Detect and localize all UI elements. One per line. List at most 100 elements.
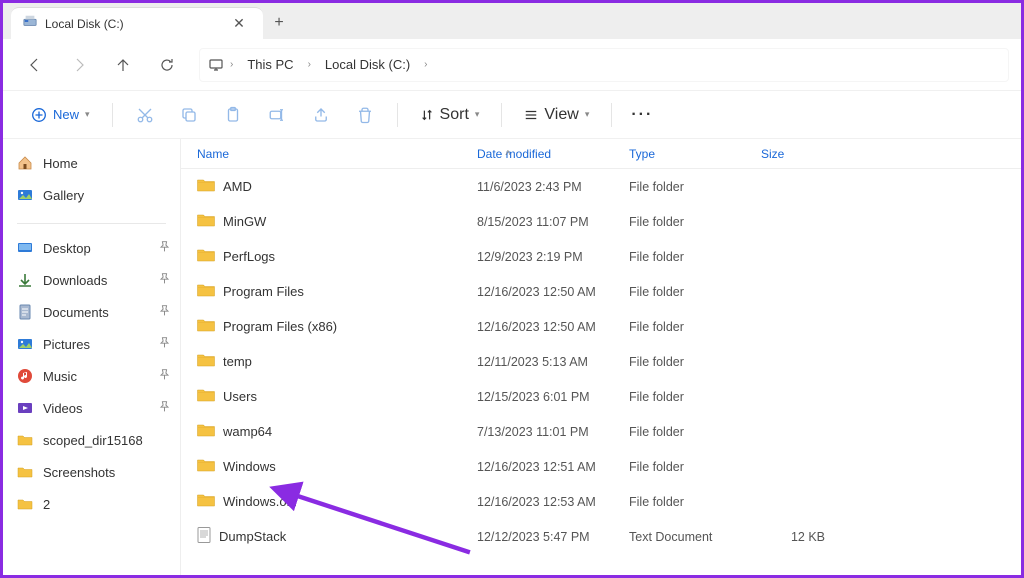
table-row[interactable]: Windows.old12/16/2023 12:53 AMFile folde… bbox=[181, 484, 1021, 519]
sidebar-label: Gallery bbox=[43, 188, 84, 203]
cell-name: Users bbox=[181, 388, 461, 405]
pin-icon bbox=[159, 337, 170, 351]
breadcrumb[interactable]: › This PC › Local Disk (C:) › bbox=[199, 48, 1009, 82]
table-row[interactable]: Program Files (x86)12/16/2023 12:50 AMFi… bbox=[181, 309, 1021, 344]
cut-button[interactable] bbox=[125, 95, 165, 135]
sidebar-item-screenshots[interactable]: Screenshots bbox=[3, 456, 180, 488]
text-icon bbox=[197, 527, 211, 546]
pin-icon bbox=[159, 369, 170, 383]
new-button[interactable]: New ▾ bbox=[21, 101, 100, 129]
cell-name: AMD bbox=[181, 178, 461, 195]
close-icon[interactable]: ✕ bbox=[227, 12, 251, 36]
chevron-right-icon[interactable]: › bbox=[420, 59, 431, 70]
documents-icon bbox=[17, 304, 33, 320]
new-tab-button[interactable]: + bbox=[263, 7, 295, 39]
file-name: Program Files bbox=[223, 284, 304, 299]
sidebar-item-gallery[interactable]: Gallery bbox=[3, 179, 180, 211]
cell-type: File folder bbox=[613, 460, 745, 474]
sidebar-item-downloads[interactable]: Downloads bbox=[3, 264, 180, 296]
home-icon bbox=[17, 155, 33, 171]
tab-title: Local Disk (C:) bbox=[45, 17, 219, 31]
table-row[interactable]: wamp647/13/2023 11:01 PMFile folder bbox=[181, 414, 1021, 449]
sidebar-item-music[interactable]: Music bbox=[3, 360, 180, 392]
chevron-right-icon[interactable]: › bbox=[304, 59, 315, 70]
sidebar-item-2[interactable]: 2 bbox=[3, 488, 180, 520]
table-row[interactable]: Users12/15/2023 6:01 PMFile folder bbox=[181, 379, 1021, 414]
cell-date: 12/16/2023 12:51 AM bbox=[461, 460, 613, 474]
sidebar: Home Gallery DesktopDownloads Documents Pi… bbox=[3, 139, 181, 575]
more-button[interactable]: ··· bbox=[624, 102, 660, 128]
folder-icon bbox=[17, 432, 33, 448]
share-button[interactable] bbox=[301, 95, 341, 135]
toolbar: New ▾ Sort ▾ View ▾ ··· bbox=[3, 91, 1021, 139]
sort-button[interactable]: Sort ▾ bbox=[410, 100, 490, 130]
cell-name: temp bbox=[181, 353, 461, 370]
table-row[interactable]: PerfLogs12/9/2023 2:19 PMFile folder bbox=[181, 239, 1021, 274]
table-row[interactable]: MinGW8/15/2023 11:07 PMFile folder bbox=[181, 204, 1021, 239]
cell-date: 12/15/2023 6:01 PM bbox=[461, 390, 613, 404]
view-label: View bbox=[544, 106, 578, 124]
sidebar-item-videos[interactable]: Videos bbox=[3, 392, 180, 424]
cell-type: File folder bbox=[613, 355, 745, 369]
rename-button[interactable] bbox=[257, 95, 297, 135]
cell-date: 7/13/2023 11:01 PM bbox=[461, 425, 613, 439]
sidebar-item-home[interactable]: Home bbox=[3, 147, 180, 179]
file-name: DumpStack bbox=[219, 529, 286, 544]
cell-date: 11/6/2023 2:43 PM bbox=[461, 180, 613, 194]
view-button[interactable]: View ▾ bbox=[514, 100, 599, 130]
folder-icon bbox=[17, 464, 33, 480]
up-button[interactable] bbox=[103, 45, 143, 85]
column-type[interactable]: Type bbox=[613, 147, 745, 161]
cell-name: wamp64 bbox=[181, 423, 461, 440]
chevron-down-icon: ▾ bbox=[585, 109, 590, 120]
sidebar-item-scoped-dir15168[interactable]: scoped_dir15168 bbox=[3, 424, 180, 456]
folder-icon bbox=[197, 248, 215, 265]
back-button[interactable] bbox=[15, 45, 55, 85]
folder-icon bbox=[17, 496, 33, 512]
sidebar-label: Screenshots bbox=[43, 465, 115, 480]
forward-button[interactable] bbox=[59, 45, 99, 85]
table-row[interactable]: DumpStack12/12/2023 5:47 PMText Document… bbox=[181, 519, 1021, 554]
paste-button[interactable] bbox=[213, 95, 253, 135]
column-date[interactable]: Date modified bbox=[461, 147, 613, 161]
sidebar-label: Videos bbox=[43, 401, 83, 416]
downloads-icon bbox=[17, 272, 33, 288]
sidebar-item-pictures[interactable]: Pictures bbox=[3, 328, 180, 360]
cell-type: File folder bbox=[613, 495, 745, 509]
chevron-down-icon: ▾ bbox=[85, 109, 90, 120]
folder-icon bbox=[197, 388, 215, 405]
pin-icon bbox=[159, 401, 170, 415]
delete-button[interactable] bbox=[345, 95, 385, 135]
music-icon bbox=[17, 368, 33, 384]
tab-local-disk[interactable]: Local Disk (C:) ✕ bbox=[11, 7, 263, 39]
folder-icon bbox=[197, 283, 215, 300]
column-size[interactable]: Size bbox=[745, 147, 825, 161]
sidebar-label: Documents bbox=[43, 305, 109, 320]
folder-icon bbox=[197, 318, 215, 335]
table-row[interactable]: Windows12/16/2023 12:51 AMFile folder bbox=[181, 449, 1021, 484]
sidebar-item-documents[interactable]: Documents bbox=[3, 296, 180, 328]
file-name: MinGW bbox=[223, 214, 266, 229]
table-row[interactable]: temp12/11/2023 5:13 AMFile folder bbox=[181, 344, 1021, 379]
sidebar-item-desktop[interactable]: Desktop bbox=[3, 232, 180, 264]
folder-icon bbox=[197, 353, 215, 370]
table-row[interactable]: Program Files12/16/2023 12:50 AMFile fol… bbox=[181, 274, 1021, 309]
breadcrumb-local-disk[interactable]: Local Disk (C:) bbox=[317, 53, 418, 76]
main: Home Gallery DesktopDownloads Documents Pi… bbox=[3, 139, 1021, 575]
breadcrumb-this-pc[interactable]: This PC bbox=[239, 53, 301, 76]
pin-icon bbox=[159, 273, 170, 287]
file-name: Program Files (x86) bbox=[223, 319, 337, 334]
tab-bar: Local Disk (C:) ✕ + bbox=[3, 3, 1021, 39]
cell-type: File folder bbox=[613, 180, 745, 194]
table-row[interactable]: AMD11/6/2023 2:43 PMFile folder bbox=[181, 169, 1021, 204]
column-name[interactable]: Name bbox=[181, 147, 461, 161]
cell-type: File folder bbox=[613, 425, 745, 439]
chevron-right-icon[interactable]: › bbox=[226, 59, 237, 70]
sidebar-label: 2 bbox=[43, 497, 50, 512]
pin-icon bbox=[159, 241, 170, 255]
copy-button[interactable] bbox=[169, 95, 209, 135]
sidebar-label: Pictures bbox=[43, 337, 90, 352]
cell-type: File folder bbox=[613, 390, 745, 404]
refresh-button[interactable] bbox=[147, 45, 187, 85]
separator bbox=[611, 103, 612, 127]
